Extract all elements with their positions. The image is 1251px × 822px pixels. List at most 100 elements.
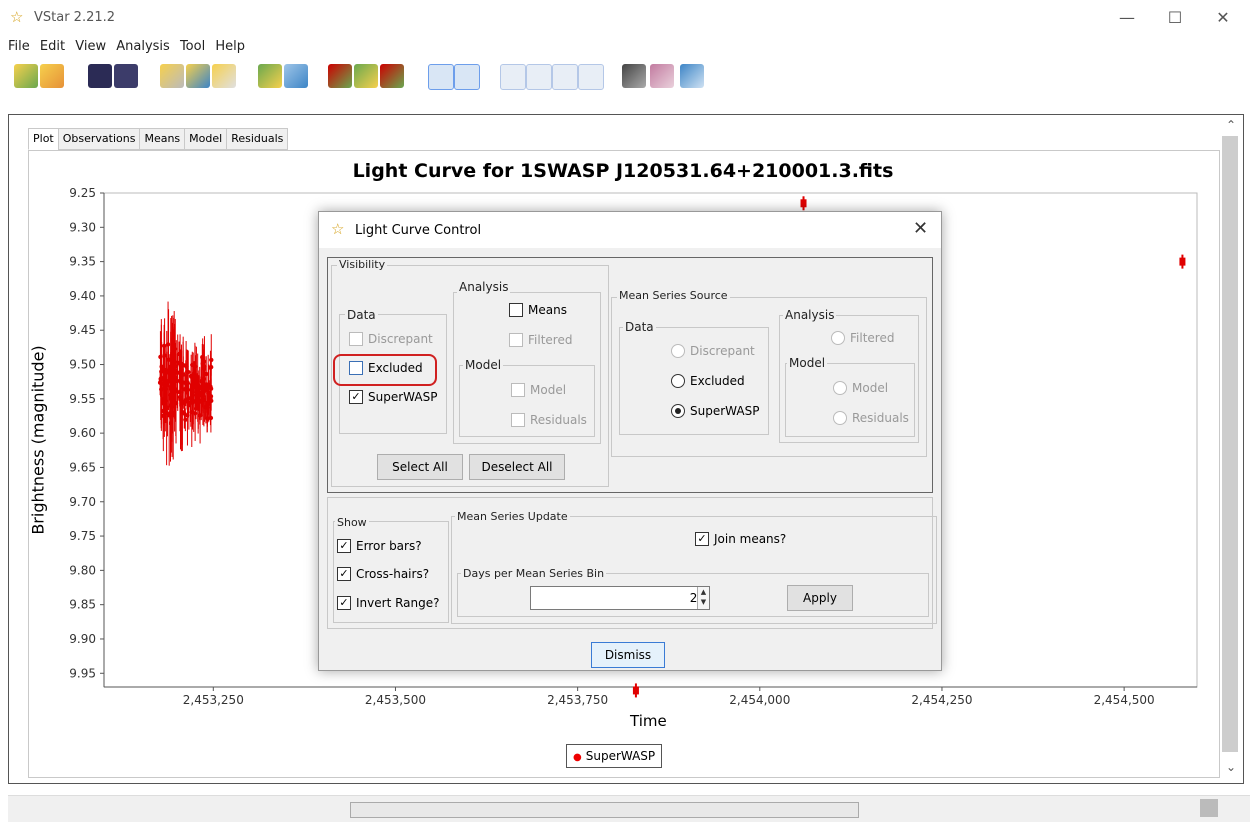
show-label: Show [335, 516, 369, 529]
y-tick-label: 9.75 [69, 529, 96, 543]
mss-discrepant-radio[interactable]: Discrepant [671, 344, 755, 358]
legend-superwasp: SuperWASP [585, 749, 656, 763]
excluded-text: Excluded [368, 361, 423, 375]
mss-excluded-text: Excluded [690, 374, 745, 388]
invert-range-checkbox[interactable]: ✓ Invert Range? [337, 596, 439, 610]
mss-residuals-radio[interactable]: Residuals [833, 411, 909, 425]
y-tick-label: 9.60 [69, 426, 96, 440]
outlier-point [1179, 257, 1186, 266]
y-tick-label: 9.50 [69, 358, 96, 372]
y-tick-label: 9.30 [69, 220, 96, 234]
mss-residuals-text: Residuals [852, 411, 909, 425]
data-point [189, 410, 194, 415]
data-point [179, 364, 184, 370]
mss-superwasp-text: SuperWASP [690, 404, 760, 418]
days-bin-input[interactable]: 20 [530, 586, 710, 610]
mss-superwasp-radio[interactable]: SuperWASP [671, 404, 759, 418]
outlier-point [800, 199, 807, 208]
spinner-up-icon[interactable]: ▲ [698, 587, 709, 597]
y-tick-label: 9.65 [69, 460, 96, 474]
chart-legend[interactable]: ● SuperWASP [566, 744, 663, 768]
filtered-box [509, 333, 523, 347]
mss-superwasp-circle [671, 404, 685, 418]
discrepant-box [349, 332, 363, 346]
residuals-checkbox[interactable]: Residuals [511, 413, 587, 427]
data-point [185, 387, 191, 392]
y-axis-label: Brightness (magnitude) [28, 345, 48, 535]
data-point [199, 379, 204, 384]
visibility-label: Visibility [337, 258, 388, 271]
join-means-text: Join means? [714, 532, 787, 546]
mss-filtered-radio[interactable]: Filtered [831, 331, 894, 345]
model-checkbox[interactable]: Model [511, 383, 566, 397]
deselect-all-button[interactable]: Deselect All [469, 454, 565, 480]
y-tick-label: 9.70 [69, 495, 96, 509]
status-icon[interactable] [1200, 799, 1218, 817]
dialog-title: Light Curve Control [355, 223, 482, 238]
dialog-titlebar: ☆ Light Curve Control ✕ [319, 212, 941, 248]
dialog-star-icon: ☆ [331, 220, 345, 238]
data-point [164, 370, 169, 375]
data-point [158, 354, 163, 360]
excluded-checkbox[interactable]: Excluded [349, 361, 423, 375]
days-bin-spinner[interactable]: ▲ ▼ [697, 587, 709, 609]
apply-button[interactable]: Apply [787, 585, 853, 611]
select-all-button[interactable]: Select All [377, 454, 463, 480]
dialog-close-icon[interactable]: ✕ [913, 218, 928, 239]
days-bin-label: Days per Mean Series Bin [461, 567, 607, 580]
data-point [185, 380, 190, 385]
y-tick-label: 9.35 [69, 255, 96, 269]
data-point [161, 375, 167, 381]
filtered-text: Filtered [528, 333, 573, 347]
horizontal-scrollbar[interactable] [350, 802, 859, 818]
mss-discrepant-text: Discrepant [690, 344, 755, 358]
discrepant-checkbox[interactable]: Discrepant [349, 332, 433, 346]
mss-discrepant-circle [671, 344, 685, 358]
mss-model-group [785, 363, 915, 437]
mean-series-source-label: Mean Series Source [617, 289, 730, 302]
data-point [208, 364, 214, 370]
data-label: Data [345, 308, 378, 322]
means-box [509, 303, 523, 317]
cross-hairs-box: ✓ [337, 567, 351, 581]
residuals-text: Residuals [530, 413, 587, 427]
spinner-down-icon[interactable]: ▼ [698, 597, 709, 607]
mss-filtered-text: Filtered [850, 331, 895, 345]
data-point [183, 417, 188, 422]
error-bars-checkbox[interactable]: ✓ Error bars? [337, 539, 422, 553]
y-tick-label: 9.25 [69, 186, 96, 200]
mss-model-radio[interactable]: Model [833, 381, 888, 395]
excluded-box [349, 361, 363, 375]
data-point [190, 362, 195, 368]
mss-model-circle [833, 381, 847, 395]
means-checkbox[interactable]: Means [509, 303, 567, 317]
filtered-checkbox[interactable]: Filtered [509, 333, 572, 347]
superwasp-text: SuperWASP [368, 390, 438, 404]
mss-data-label: Data [623, 320, 656, 334]
mss-excluded-radio[interactable]: Excluded [671, 374, 745, 388]
dismiss-button[interactable]: Dismiss [591, 642, 665, 668]
mss-excluded-circle [671, 374, 685, 388]
data-point [172, 375, 177, 380]
error-bars-box: ✓ [337, 539, 351, 553]
discrepant-text: Discrepant [368, 332, 433, 346]
y-tick-label: 9.95 [69, 666, 96, 680]
mss-residuals-circle [833, 411, 847, 425]
outlier-point [632, 686, 639, 695]
superwasp-checkbox[interactable]: ✓ SuperWASP [349, 390, 437, 404]
means-text: Means [528, 303, 567, 317]
x-tick-label: 2,453,750 [547, 693, 608, 707]
data-point [207, 397, 212, 403]
invert-range-text: Invert Range? [356, 596, 440, 610]
join-means-box: ✓ [695, 532, 709, 546]
x-tick-label: 2,453,250 [183, 693, 244, 707]
data-point [203, 371, 209, 377]
x-tick-label: 2,454,500 [1094, 693, 1155, 707]
join-means-checkbox[interactable]: ✓ Join means? [695, 532, 786, 546]
data-point [208, 384, 213, 389]
y-tick-label: 9.40 [69, 289, 96, 303]
cross-hairs-checkbox[interactable]: ✓ Cross-hairs? [337, 567, 429, 581]
y-tick-label: 9.55 [69, 392, 96, 406]
y-tick-label: 9.90 [69, 632, 96, 646]
data-point [169, 366, 174, 372]
